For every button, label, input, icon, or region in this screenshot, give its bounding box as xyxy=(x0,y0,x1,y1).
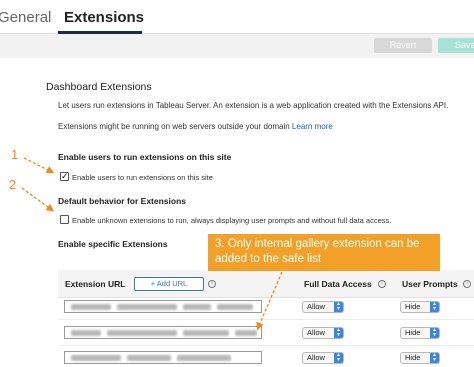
column-header-user-prompts: User Prompts xyxy=(402,279,458,289)
redacted-url-segment xyxy=(117,304,177,310)
column-header-full-data-access: Full Data Access xyxy=(304,279,372,289)
unknown-extensions-checkbox[interactable] xyxy=(60,215,69,224)
redacted-url-segment xyxy=(71,355,121,361)
default-behavior-heading: Default behavior for Extensions xyxy=(58,196,186,206)
add-url-button[interactable]: + Add URL xyxy=(134,277,204,291)
tab-general[interactable]: General xyxy=(0,9,51,26)
specific-extensions-heading: Enable specific Extensions xyxy=(58,239,168,249)
extension-url-input[interactable] xyxy=(64,351,262,364)
user-prompts-select[interactable]: Hide ▲ ▼ xyxy=(400,352,440,364)
info-icon[interactable]: i xyxy=(378,280,386,288)
info-icon[interactable]: i xyxy=(208,280,216,288)
learn-more-link[interactable]: Learn more xyxy=(292,122,333,131)
select-arrows-icon: ▲ ▼ xyxy=(334,353,343,363)
row-divider xyxy=(58,319,474,320)
domain-warning: Extensions might be running on web serve… xyxy=(58,122,333,131)
annotation-step-2: 2 xyxy=(9,177,17,192)
select-arrows-icon: ▲ ▼ xyxy=(430,328,439,338)
save-button[interactable]: Save xyxy=(438,38,474,53)
unknown-extensions-checkbox-label: Enable unknown extensions to run, always… xyxy=(72,216,392,225)
redacted-url-segment xyxy=(71,330,101,336)
user-prompts-select[interactable]: Hide ▲ ▼ xyxy=(400,301,440,313)
user-prompts-select[interactable]: Hide ▲ ▼ xyxy=(400,327,440,339)
redacted-url-segment xyxy=(177,355,231,361)
revert-button[interactable]: Revert xyxy=(374,38,432,53)
enable-users-checkbox[interactable]: ✓ xyxy=(60,171,69,181)
column-header-url: Extension URL xyxy=(65,279,126,289)
annotation-callout: 3. Only internal gallery extension can b… xyxy=(208,234,440,271)
tab-bar: General Extensions xyxy=(0,0,474,34)
redacted-url-segment xyxy=(183,330,229,336)
select-arrows-icon: ▲ ▼ xyxy=(334,328,343,338)
domain-warning-text: Extensions might be running on web serve… xyxy=(58,122,290,131)
annotation-step-1: 1 xyxy=(11,147,19,162)
extension-url-input[interactable] xyxy=(64,326,262,339)
select-arrows-icon: ▲ ▼ xyxy=(334,302,343,312)
arrow-step-1 xyxy=(23,157,55,174)
redacted-url-segment xyxy=(183,304,211,310)
section-title: Dashboard Extensions xyxy=(46,81,152,93)
checkmark-icon: ✓ xyxy=(61,171,69,181)
redacted-url-segment xyxy=(107,330,177,336)
select-arrows-icon: ▲ ▼ xyxy=(430,302,439,312)
select-arrows-icon: ▲ ▼ xyxy=(430,353,439,363)
section-description: Let users run extensions in Tableau Serv… xyxy=(58,101,449,110)
row-divider xyxy=(58,345,474,346)
redacted-url-segment xyxy=(235,330,257,336)
info-icon[interactable]: i xyxy=(463,280,471,288)
redacted-url-segment xyxy=(71,304,111,310)
extension-url-input[interactable] xyxy=(64,300,262,313)
redacted-url-segment xyxy=(127,355,171,361)
full-data-access-select[interactable]: Allow ▲ ▼ xyxy=(302,327,344,339)
arrow-step-2 xyxy=(21,187,55,212)
full-data-access-select[interactable]: Allow ▲ ▼ xyxy=(302,301,344,313)
redacted-url-segment xyxy=(217,304,253,310)
full-data-access-select[interactable]: Allow ▲ ▼ xyxy=(302,352,344,364)
enable-users-checkbox-label: Enable users to run extensions on this s… xyxy=(72,173,213,182)
enable-users-heading: Enable users to run extensions on this s… xyxy=(58,152,232,162)
tab-extensions[interactable]: Extensions xyxy=(64,9,144,26)
